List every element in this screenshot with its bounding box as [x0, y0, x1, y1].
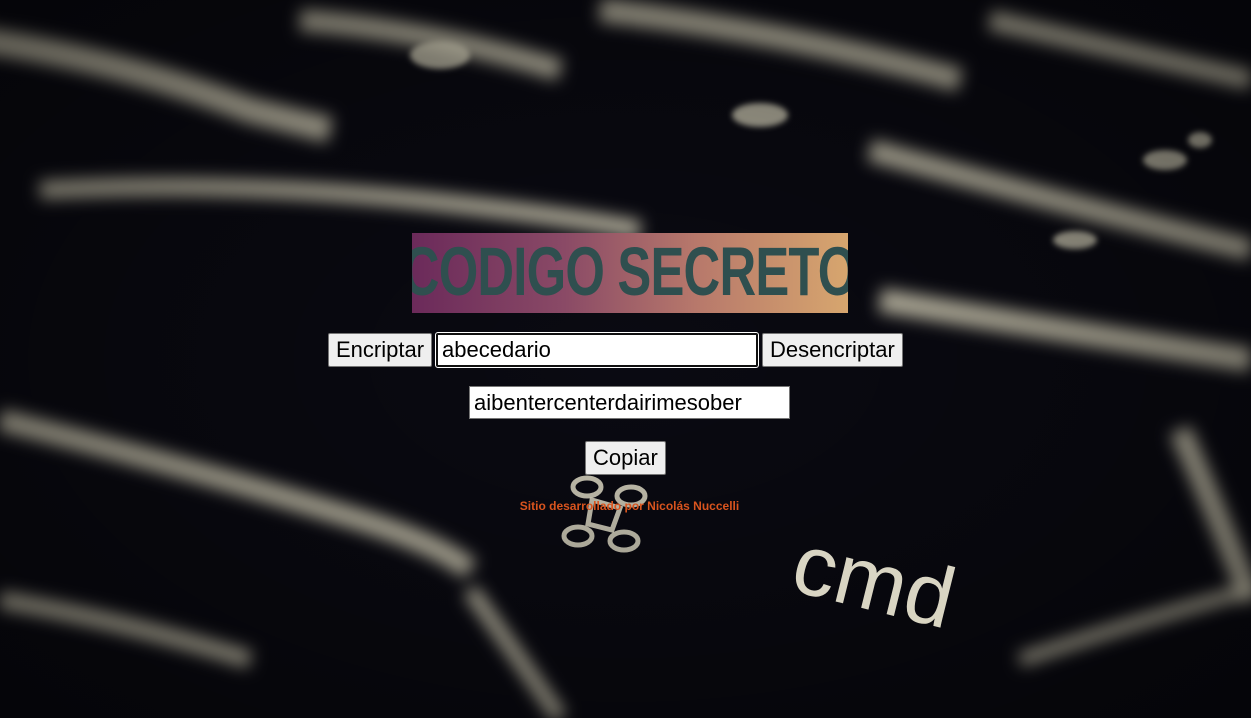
encrypt-controls: Encriptar Desencriptar — [328, 331, 903, 368]
footer-credit: Sitio desarrollado por Nicolás Nuccelli — [519, 499, 740, 513]
decrypt-button[interactable]: Desencriptar — [762, 332, 903, 367]
copy-button[interactable]: Copiar — [585, 441, 666, 475]
main-content: CODIGO SECRETO Encriptar Desencriptar Co… — [0, 0, 1251, 718]
page-title: CODIGO SECRETO — [412, 234, 848, 311]
result-field[interactable] — [469, 386, 790, 419]
title-banner: CODIGO SECRETO — [412, 233, 848, 313]
encrypt-button[interactable]: Encriptar — [328, 332, 433, 367]
app-window: cmd CODIGO SECRETO Encriptar Desencripta… — [0, 0, 1251, 718]
text-input[interactable] — [435, 331, 760, 368]
